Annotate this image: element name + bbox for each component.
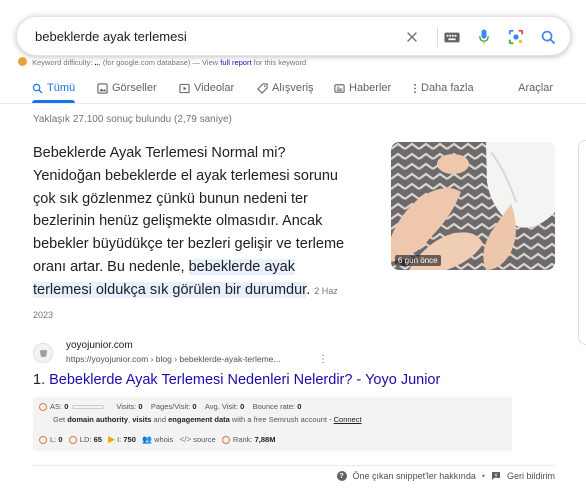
snippet-body: Bebeklerde Ayak Terlemesi Normal mi? Yen… bbox=[33, 145, 345, 275]
clear-icon[interactable] bbox=[403, 28, 421, 46]
tab-label: Videolar bbox=[194, 82, 235, 94]
result-number: 1. bbox=[33, 372, 46, 388]
cta-bold-1: domain authority bbox=[67, 415, 129, 424]
search-bar[interactable]: bebeklerde ayak terlemesi bbox=[16, 16, 571, 56]
feedback-icon bbox=[491, 472, 500, 480]
search-input[interactable]: bebeklerde ayak terlemesi bbox=[35, 29, 187, 44]
semrush-icon bbox=[18, 57, 27, 66]
full-report-link[interactable]: full report bbox=[220, 58, 251, 67]
baby-feet-photo bbox=[391, 142, 555, 270]
tab-label: Tümü bbox=[47, 82, 76, 94]
ld-label: LD: bbox=[79, 435, 92, 444]
site-favicon[interactable] bbox=[33, 343, 53, 363]
tab-more[interactable]: Daha fazla bbox=[413, 76, 474, 100]
source-link[interactable]: source bbox=[193, 435, 216, 444]
cta-sep: , bbox=[128, 415, 131, 424]
visits-value: 0 bbox=[138, 402, 143, 411]
about-snippets-link[interactable]: Öne çıkan snippet'ler hakkında bbox=[353, 471, 476, 481]
keyword-difficulty-bar: Keyword difficulty: .., (for google.com … bbox=[18, 57, 306, 67]
semrush-row-2: Get domain authority, visits and engagem… bbox=[53, 415, 362, 424]
more-options-icon[interactable]: ⋮ bbox=[318, 354, 328, 365]
semrush-row-1: AS: 0 Visits: 0 Pages/Visit: 0 Avg. Visi… bbox=[39, 402, 301, 411]
result-stats: Yaklaşık 27.100 sonuç bulundu (2,79 sani… bbox=[33, 114, 232, 125]
search-divider bbox=[437, 27, 438, 47]
avg-visit-label: Avg. Visit: bbox=[204, 402, 238, 411]
cta-prefix: Get bbox=[53, 415, 66, 424]
kd-middle-text: (for google.com database) — View bbox=[102, 58, 219, 67]
result-title-link[interactable]: 1. Bebeklerde Ayak Terlemesi Nedenleri N… bbox=[33, 372, 440, 388]
tab-label: Haberler bbox=[349, 82, 392, 94]
rank-label: Rank: bbox=[232, 435, 253, 444]
snippet-end: . bbox=[306, 281, 311, 298]
search-icon[interactable] bbox=[539, 28, 557, 46]
site-url[interactable]: https://yoyojunior.com › blog › bebekler… bbox=[66, 354, 281, 364]
ld-value: 65 bbox=[93, 435, 102, 444]
l-value: 0 bbox=[58, 435, 63, 444]
result-title[interactable]: Bebeklerde Ayak Terlemesi Nedenleri Nele… bbox=[49, 372, 440, 388]
microphone-icon[interactable] bbox=[475, 28, 493, 46]
video-icon bbox=[179, 83, 190, 93]
image-age-label: 6 gün önce bbox=[395, 255, 441, 266]
tabs-divider bbox=[0, 103, 586, 104]
tab-shopping[interactable]: Alışveriş bbox=[257, 76, 314, 100]
ld-ring-icon bbox=[68, 435, 77, 444]
site-name[interactable]: yoyojunior.com bbox=[66, 340, 133, 351]
help-icon: ? bbox=[336, 471, 347, 481]
keyboard-icon[interactable] bbox=[443, 28, 461, 46]
i-value: 750 bbox=[123, 435, 136, 444]
index-flag-icon: ▶ bbox=[108, 434, 116, 444]
side-panel-edge bbox=[578, 140, 586, 345]
as-label: AS: bbox=[50, 402, 63, 411]
featured-snippet-text: Bebeklerde Ayak Terlemesi Normal mi? Yen… bbox=[33, 142, 353, 326]
tab-videos[interactable]: Videolar bbox=[179, 76, 234, 100]
avg-visit-value: 0 bbox=[240, 402, 245, 411]
feedback-link[interactable]: Geri bildirim bbox=[507, 471, 555, 481]
news-icon bbox=[334, 83, 345, 93]
lens-icon[interactable] bbox=[507, 28, 525, 46]
visits-label: Visits: bbox=[116, 402, 137, 411]
pages-visit-value: 0 bbox=[192, 402, 197, 411]
authority-bar bbox=[72, 404, 105, 409]
rank-ring-icon bbox=[221, 435, 230, 444]
tab-images[interactable]: Görseller bbox=[97, 76, 157, 100]
pages-visit-label: Pages/Visit: bbox=[150, 402, 191, 411]
source-code-icon: </> bbox=[179, 435, 192, 444]
footer-separator: • bbox=[481, 471, 485, 481]
search-icon bbox=[32, 83, 43, 94]
links-ring-icon bbox=[39, 435, 47, 444]
connect-link[interactable]: Connect bbox=[334, 415, 362, 424]
kd-label: Keyword difficulty: bbox=[32, 58, 93, 67]
as-value: 0 bbox=[64, 402, 69, 411]
tag-icon bbox=[257, 82, 268, 94]
cta-mid: with a free Semrush account - bbox=[231, 415, 332, 424]
tab-label: Alışveriş bbox=[272, 82, 314, 94]
rank-value: 7,88M bbox=[254, 435, 276, 444]
whois-icon: 👥 bbox=[142, 435, 153, 444]
tab-news[interactable]: Haberler bbox=[334, 76, 391, 100]
bounce-label: Bounce rate: bbox=[252, 402, 296, 411]
tools-button[interactable]: Araçlar bbox=[518, 76, 553, 100]
more-vert-icon bbox=[414, 83, 416, 93]
tab-label: Daha fazla bbox=[421, 82, 474, 94]
whois-link[interactable]: whois bbox=[154, 435, 173, 444]
tab-all[interactable]: Tümü bbox=[32, 76, 76, 103]
tab-label: Görseller bbox=[112, 82, 157, 94]
semrush-row-3: L: 0 LD: 65 ▶ I: 750 👥 whois </> source … bbox=[39, 434, 275, 445]
snippet-image[interactable]: 6 gün önce bbox=[391, 142, 555, 270]
image-icon bbox=[97, 82, 108, 94]
i-label: I: bbox=[117, 435, 122, 444]
site-logo-icon bbox=[39, 349, 47, 357]
snippet-footer: ? Öne çıkan snippet'ler hakkında • Geri … bbox=[336, 471, 555, 481]
bottom-divider bbox=[33, 465, 555, 466]
l-label: L: bbox=[50, 435, 57, 444]
authority-ring-icon bbox=[39, 402, 47, 411]
semrush-metrics-box: AS: 0 Visits: 0 Pages/Visit: 0 Avg. Visi… bbox=[33, 397, 512, 451]
kd-value: .. bbox=[94, 58, 99, 67]
cta-bold-3: engagement data bbox=[168, 415, 230, 424]
kd-suffix-text: for this keyword bbox=[253, 58, 307, 67]
bounce-value: 0 bbox=[297, 402, 302, 411]
cta-bold-2: visits bbox=[132, 415, 152, 424]
cta-and: and bbox=[153, 415, 167, 424]
